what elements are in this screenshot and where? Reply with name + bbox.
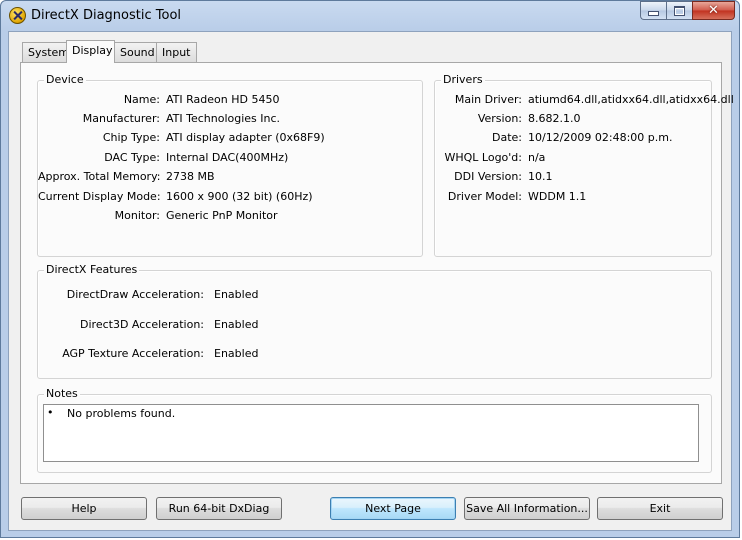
caption-buttons: ✕ [640,1,735,20]
date-value: 10/12/2009 02:48:00 p.m. [528,131,673,144]
tab-sound-label: Sound [120,46,155,59]
version-value: 8.682.1.0 [528,112,581,125]
whql-label: WHQL Logo'd: [444,151,522,164]
notes-group: Notes • No problems found. [37,387,712,473]
directx-features-group: DirectX Features DirectDraw Acceleration… [37,263,712,379]
directdraw-label: DirectDraw Acceleration: [66,288,204,301]
driver-model-value: WDDM 1.1 [528,190,587,203]
tab-sound[interactable]: Sound [114,42,157,62]
chip-type-value: ATI display adapter (0x68F9) [166,131,325,144]
ddi-version-label: DDI Version: [454,170,522,183]
next-page-button[interactable]: Next Page [330,497,456,520]
monitor-label: Monitor: [114,209,160,222]
date-label: Date: [492,131,522,144]
run-64bit-dxdiag-button[interactable]: Run 64-bit DxDiag [156,497,282,520]
close-icon: ✕ [708,3,719,18]
exit-button-label: Exit [649,502,671,515]
drivers-group-title: Drivers [441,73,485,86]
exit-button[interactable]: Exit [597,497,723,520]
save-all-information-label: Save All Information... [466,502,588,515]
device-name-label: Name: [123,93,160,106]
display-tab-panel: Device Name: ATI Radeon HD 5450 Manufact… [20,62,734,484]
main-driver-value: atiumd64.dll,atidxx64.dll,atidxx64.dll [528,93,734,106]
directdraw-value: Enabled [214,288,259,301]
drivers-group: Drivers Main Driver: atiumd64.dll,atidxx… [434,73,734,257]
next-page-label: Next Page [365,502,421,515]
tab-system-label: System [28,46,70,59]
minimize-icon [648,11,659,16]
client-area: System Display Sound Input Device Name: … [8,31,734,531]
memory-label: Approx. Total Memory: [38,170,161,183]
close-button[interactable]: ✕ [692,1,735,20]
title-bar[interactable]: DirectX Diagnostic Tool ✕ [1,1,741,31]
dxdiag-window: DirectX Diagnostic Tool ✕ System Display… [0,0,740,538]
directx-icon [9,7,26,24]
driver-model-label: Driver Model: [447,190,522,203]
memory-value: 2738 MB [166,170,215,183]
help-button[interactable]: Help [21,497,147,520]
notes-title: Notes [44,387,80,400]
directx-features-title: DirectX Features [44,263,140,276]
window-title: DirectX Diagnostic Tool [31,8,182,23]
dac-type-value: Internal DAC(400MHz) [166,151,289,164]
whql-value: n/a [528,151,546,164]
manufacturer-value: ATI Technologies Inc. [166,112,281,125]
direct3d-value: Enabled [214,318,259,331]
agp-texture-label: AGP Texture Acceleration: [62,347,204,360]
save-all-information-button[interactable]: Save All Information... [464,497,590,520]
monitor-value: Generic PnP Monitor [166,209,278,222]
manufacturer-label: Manufacturer: [82,112,160,125]
chip-type-label: Chip Type: [102,131,160,144]
maximize-button[interactable] [666,1,692,20]
run-64bit-dxdiag-label: Run 64-bit DxDiag [168,502,270,515]
display-mode-value: 1600 x 900 (32 bit) (60Hz) [166,190,313,203]
device-name-value: ATI Radeon HD 5450 [166,93,280,106]
agp-texture-value: Enabled [214,347,259,360]
dac-type-label: DAC Type: [104,151,160,164]
ddi-version-value: 10.1 [528,170,553,183]
direct3d-label: Direct3D Acceleration: [80,318,204,331]
minimize-button[interactable] [640,1,666,20]
tab-display-label: Display [72,44,113,57]
device-group: Device Name: ATI Radeon HD 5450 Manufact… [37,73,423,257]
tab-input-label: Input [162,46,191,59]
notes-textbox[interactable]: • No problems found. [43,404,699,462]
device-group-title: Device [44,73,86,86]
tab-input[interactable]: Input [156,42,197,62]
version-label: Version: [477,112,522,125]
display-mode-label: Current Display Mode: [38,190,161,203]
main-driver-label: Main Driver: [454,93,522,106]
tab-system[interactable]: System [22,42,70,62]
notes-text: No problems found. [67,407,176,420]
maximize-icon [674,5,685,16]
notes-bullet: • [47,406,54,419]
tab-display[interactable]: Display [66,40,115,63]
help-button-label: Help [71,502,97,515]
